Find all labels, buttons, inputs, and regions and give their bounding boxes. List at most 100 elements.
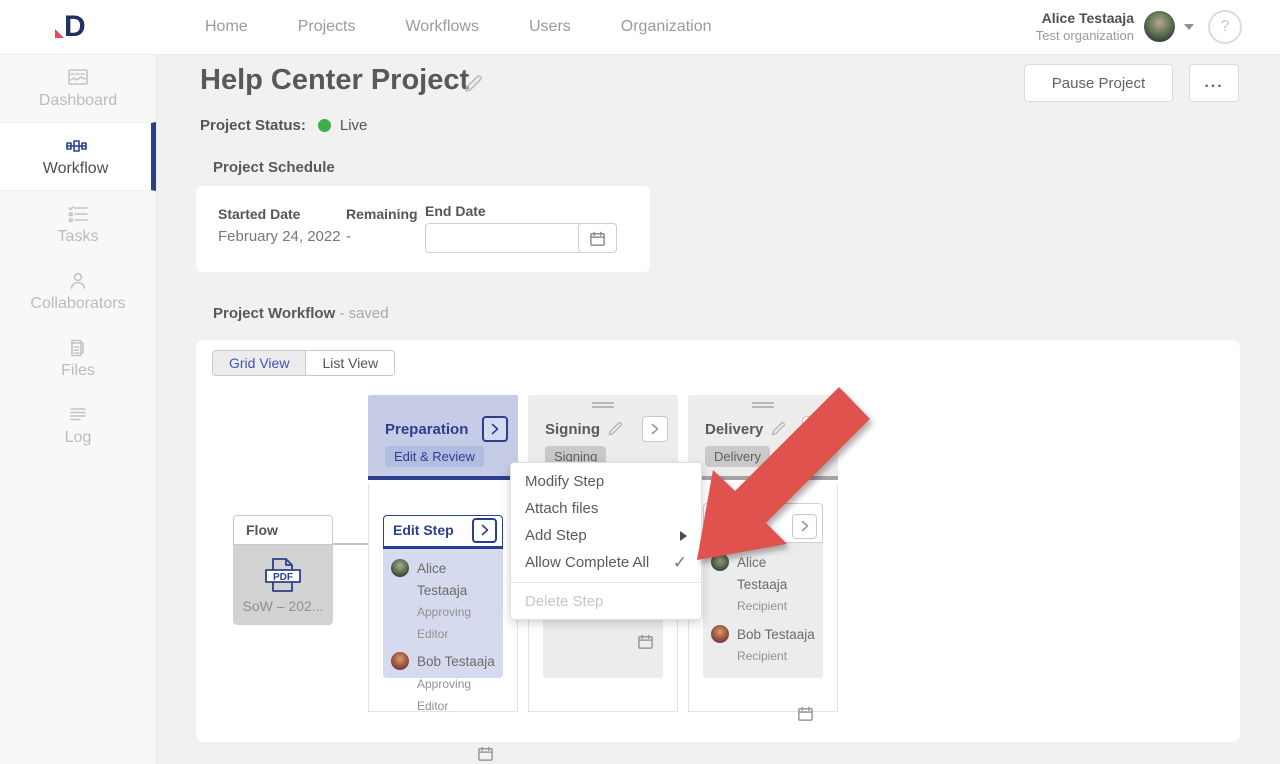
- menu-divider: [511, 582, 701, 583]
- open-phase-button[interactable]: [482, 416, 508, 442]
- due-date-calendar-icon[interactable]: [637, 633, 654, 650]
- end-date-label: End Date: [425, 203, 617, 219]
- flow-card[interactable]: Flow PDF SoW – 202...: [233, 515, 333, 625]
- sidebar-item-log[interactable]: Log: [0, 392, 156, 459]
- nav-links: Home Projects Workflows Users Organizati…: [205, 18, 711, 36]
- pause-project-button[interactable]: Pause Project: [1024, 64, 1173, 102]
- step-type-badge: Edit & Review: [385, 446, 484, 467]
- end-date-block: End Date: [425, 206, 617, 252]
- menu-item-modify-step[interactable]: Modify Step: [511, 468, 701, 495]
- flow-file-name: SoW – 202...: [243, 598, 324, 614]
- remaining-value: -: [346, 228, 425, 245]
- step-card-header: Edit Step: [383, 515, 503, 549]
- chevron-right-icon: [810, 423, 820, 435]
- view-toggle: Grid View List View: [212, 350, 395, 376]
- avatar: [391, 652, 409, 670]
- menu-item-allow-complete-all[interactable]: Allow Complete All ✓: [511, 549, 701, 576]
- member-name: Alice Testaaja: [737, 555, 787, 592]
- status-live-dot: [318, 119, 331, 132]
- column-title: Preparation: [385, 421, 468, 438]
- nav-user-area: Alice Testaaja Test organization ?: [1036, 9, 1242, 44]
- drag-handle-icon[interactable]: [592, 402, 614, 410]
- step-title: Edit Step: [393, 522, 454, 538]
- sidebar-item-files[interactable]: Files: [0, 325, 156, 392]
- column-title: Signing: [545, 421, 600, 438]
- due-date-calendar-icon[interactable]: [797, 705, 814, 722]
- workflow-column-preparation[interactable]: Preparation Edit & Review Edit Step: [368, 395, 518, 712]
- column-title: Delivery: [705, 421, 763, 438]
- rename-pencil-icon[interactable]: [607, 421, 623, 437]
- chevron-right-icon: [800, 520, 810, 532]
- edit-title-pencil-icon[interactable]: [463, 74, 483, 94]
- brand-logo[interactable]: D: [55, 12, 105, 42]
- member-role: Recipient: [737, 649, 787, 663]
- page: D Home Projects Workflows Users Organiza…: [0, 0, 1280, 764]
- more-options-button[interactable]: ...: [1189, 64, 1239, 102]
- page-title: Help Center Project: [200, 64, 469, 97]
- avatar: [711, 625, 729, 643]
- workflow-heading-text: Project Workflow: [213, 305, 335, 322]
- step-members: Alice Testaaja Approving Editor Bob Test…: [383, 549, 503, 716]
- sidebar-item-collaborators[interactable]: Collaborators: [0, 258, 156, 325]
- menu-item-label: Add Step: [525, 527, 587, 544]
- sidebar-item-label: Files: [61, 362, 95, 379]
- submenu-arrow-icon: [680, 531, 687, 541]
- nav-link-projects[interactable]: Projects: [298, 18, 356, 36]
- step-card-header: Deliver Step: [703, 503, 823, 543]
- started-date-label: Started Date: [218, 206, 346, 222]
- files-icon: [67, 338, 89, 358]
- sidebar: Dashboard Workflow Tasks Collaborators F…: [0, 55, 157, 764]
- workflow-panel: Grid View List View Flow PDF SoW – 202..…: [196, 340, 1240, 742]
- project-status-value: Live: [340, 117, 368, 134]
- nav-link-home[interactable]: Home: [205, 18, 248, 36]
- nav-link-organization[interactable]: Organization: [621, 18, 712, 36]
- started-date-block: Started Date February 24, 2022: [218, 206, 346, 252]
- open-phase-button[interactable]: [802, 416, 828, 442]
- user-name: Alice Testaaja: [1036, 9, 1134, 27]
- sidebar-item-dashboard[interactable]: Dashboard: [0, 55, 156, 122]
- project-status-label: Project Status:: [200, 117, 306, 134]
- grid-view-tab[interactable]: Grid View: [213, 351, 306, 375]
- rename-pencil-icon[interactable]: [770, 421, 786, 437]
- menu-item-attach-files[interactable]: Attach files: [511, 495, 701, 522]
- chevron-down-icon[interactable]: [1184, 24, 1194, 30]
- open-step-button[interactable]: [792, 514, 817, 539]
- user-avatar[interactable]: [1144, 11, 1175, 42]
- project-schedule-heading: Project Schedule: [213, 159, 335, 176]
- step-card-deliver-step[interactable]: Deliver Step Alice Testaaja Recipient: [703, 503, 823, 678]
- member-role: Approving Editor: [417, 605, 471, 641]
- chevron-right-icon: [650, 423, 660, 435]
- help-button[interactable]: ?: [1208, 10, 1242, 44]
- workflow-column-delivery[interactable]: Delivery Delivery Deliver Step: [688, 395, 838, 712]
- chevron-right-icon: [490, 423, 500, 435]
- column-header: Preparation Edit & Review: [368, 395, 518, 480]
- member-row: Alice Testaaja Approving Editor: [391, 558, 495, 644]
- member-row: Alice Testaaja Recipient: [711, 552, 815, 617]
- member-row: Bob Testaaja Recipient: [711, 624, 815, 667]
- member-name: Bob Testaaja: [417, 654, 495, 669]
- nav-link-users[interactable]: Users: [529, 18, 571, 36]
- menu-item-add-step[interactable]: Add Step: [511, 522, 701, 549]
- started-date-value: February 24, 2022: [218, 228, 346, 245]
- list-view-tab[interactable]: List View: [306, 351, 394, 375]
- project-status-row: Project Status: Live: [200, 117, 367, 134]
- nav-link-workflows[interactable]: Workflows: [405, 18, 479, 36]
- open-step-button[interactable]: [472, 518, 497, 543]
- open-phase-button[interactable]: [642, 416, 668, 442]
- member-role: Recipient: [737, 599, 787, 613]
- sidebar-item-workflow[interactable]: Workflow: [0, 122, 156, 191]
- flow-card-body: PDF SoW – 202...: [233, 545, 333, 625]
- project-workflow-heading: Project Workflow - saved: [213, 305, 389, 322]
- menu-item-label: Allow Complete All: [525, 554, 649, 571]
- member-name: Alice Testaaja: [417, 561, 467, 598]
- pdf-file-icon: PDF: [262, 557, 304, 593]
- step-card-edit-step[interactable]: Edit Step Alice Testaaja Approving Edito…: [383, 515, 503, 678]
- end-date-calendar-button[interactable]: [578, 223, 617, 253]
- log-icon: [67, 405, 89, 425]
- user-organization: Test organization: [1036, 28, 1134, 45]
- logo-accent-triangle: [55, 29, 64, 38]
- due-date-calendar-icon[interactable]: [477, 745, 494, 762]
- sidebar-item-tasks[interactable]: Tasks: [0, 191, 156, 258]
- menu-item-delete-step: Delete Step: [511, 588, 701, 615]
- drag-handle-icon[interactable]: [752, 402, 774, 410]
